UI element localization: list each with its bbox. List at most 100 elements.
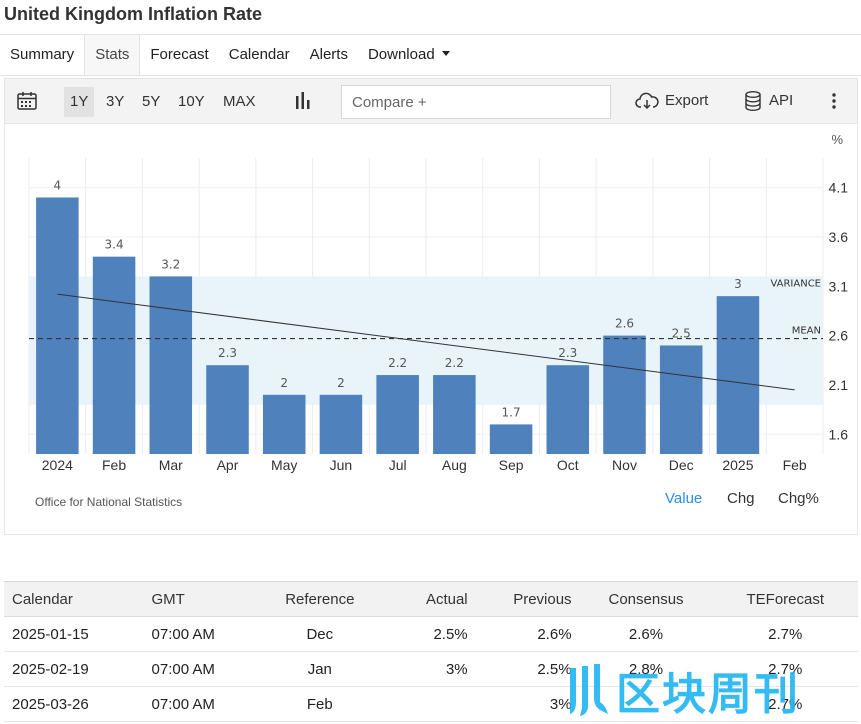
table-cell: 2.5% [371, 616, 476, 652]
bar [433, 375, 476, 454]
col-header: Previous [475, 581, 580, 617]
tab-summary[interactable]: Summary [0, 35, 84, 75]
table-cell: 07:00 AM [151, 616, 268, 652]
table-cell: 2025-03-26 [4, 686, 152, 722]
col-header: GMT [151, 581, 268, 617]
chart-source: Office for National Statistics [35, 495, 183, 509]
bar [262, 394, 306, 454]
variance-label: VARIANCE [770, 278, 821, 289]
x-tick-label: Dec [669, 457, 694, 473]
table-cell: 2.6% [475, 616, 580, 652]
range-max-button[interactable]: MAX [217, 87, 262, 117]
inflation-bar-chart: VARIANCE43.43.22.32 22.2 2.21.72.32.62.53M… [28, 132, 849, 473]
x-tick-label: Aug [442, 457, 467, 473]
data-label: 3.4 [105, 238, 124, 252]
y-tick-label: 3.1 [829, 278, 849, 294]
x-tick-label: 2024 [42, 457, 73, 473]
bar [659, 345, 703, 454]
table-cell: 2025-02-19 [4, 651, 152, 687]
data-label: 2.2 [445, 356, 464, 370]
compare-input[interactable] [341, 85, 611, 119]
range-10y-button[interactable]: 10Y [172, 87, 211, 117]
bar [546, 365, 590, 454]
tab-download-label: Download [367, 46, 435, 63]
y-tick-label: 2.1 [829, 377, 849, 393]
export-button[interactable]: Export [635, 79, 708, 123]
tab-forecast[interactable]: Forecast [140, 35, 218, 75]
data-label: 2.3 [218, 346, 237, 360]
table-cell: 2.6% [579, 616, 713, 652]
table-cell [579, 686, 713, 722]
calendar-header-row: Calendar GMT Reference Actual Previous C… [4, 581, 858, 617]
y-unit-label: % [831, 132, 843, 147]
range-5y-button[interactable]: 5Y [136, 87, 166, 117]
bar [92, 256, 136, 454]
data-label: 2 [337, 376, 345, 390]
tab-bar: Summary Stats Forecast Calendar Alerts D… [0, 34, 861, 76]
table-cell: Jan [267, 651, 372, 687]
range-3y-button[interactable]: 3Y [100, 87, 130, 117]
range-1y-button[interactable]: 1Y [64, 87, 95, 117]
mode-value-button[interactable]: Value [665, 490, 702, 507]
x-tick-label: Mar [159, 457, 183, 473]
x-tick-label: Sep [499, 457, 524, 473]
y-tick-label: 2.6 [829, 328, 849, 344]
table-cell: 07:00 AM [151, 686, 268, 722]
col-header: Consensus [579, 581, 713, 617]
table-cell: 2.5% [475, 651, 580, 687]
table-row: 2025-01-15 07:00 AM Dec 2.5% 2.6% 2.6% 2… [4, 616, 858, 652]
bar [36, 197, 79, 454]
mode-chg-button[interactable]: Chg [727, 490, 755, 507]
api-label: API [769, 92, 794, 109]
tab-stats[interactable]: Stats [84, 35, 141, 75]
mode-chg-pct-button[interactable]: Chg% [778, 490, 819, 507]
table-row: 2025-03-26 07:00 AM Feb 3% 2.7% [4, 686, 858, 722]
mean-label: MEAN [792, 326, 821, 337]
bar [716, 296, 760, 454]
table-cell: 3% [475, 686, 580, 722]
table-cell: 2.8% [579, 651, 713, 687]
table-cell [371, 686, 476, 722]
y-tick-label: 1.6 [829, 426, 849, 442]
data-label: 2.2 [388, 356, 407, 370]
bar-chart-icon[interactable] [295, 92, 311, 110]
bar [489, 424, 533, 454]
more-vertical-icon[interactable] [831, 93, 837, 111]
col-header: Reference [267, 581, 372, 617]
export-label: Export [665, 92, 709, 109]
data-label: 3 [734, 277, 742, 291]
bar [206, 365, 249, 454]
x-tick-label: 2025 [722, 457, 753, 473]
x-tick-label: Jun [330, 457, 353, 473]
calendar-icon[interactable] [17, 92, 37, 110]
y-tick-label: 4.1 [829, 180, 849, 196]
tab-download[interactable]: Download [358, 35, 460, 75]
tab-calendar[interactable]: Calendar [219, 35, 300, 75]
x-tick-label: Feb [102, 457, 126, 473]
data-label: 3.2 [161, 257, 180, 271]
cloud-download-icon [635, 92, 659, 110]
x-tick-label: Apr [217, 457, 239, 473]
bar [319, 394, 363, 454]
table-row: 2025-02-19 07:00 AM Jan 3% 2.5% 2.8% 2.7… [4, 651, 858, 687]
table-cell: 2025-01-15 [4, 616, 152, 652]
api-button[interactable]: API [745, 79, 793, 123]
database-icon [745, 91, 761, 112]
table-cell: 2.7% [712, 616, 858, 652]
data-label: 2.3 [558, 346, 577, 360]
tab-alerts[interactable]: Alerts [300, 35, 358, 75]
bar [603, 335, 646, 454]
table-cell: 3% [371, 651, 476, 687]
table-cell: 2.7% [712, 686, 858, 722]
table-cell: Dec [267, 616, 372, 652]
chart-panel: VARIANCE 4 3.4 3.2 2.3 2 2 2.2 2.2 1.7 2.3 2.6 2.5 3 M… [4, 124, 858, 535]
x-tick-label: Nov [612, 457, 637, 473]
x-tick-label: May [271, 457, 297, 473]
x-tick-label: Oct [557, 457, 579, 473]
table-cell: 07:00 AM [151, 651, 268, 687]
bar [149, 276, 193, 454]
col-header: Actual [371, 581, 476, 617]
page-title: United Kingdom Inflation Rate [4, 4, 262, 24]
table-cell: Feb [267, 686, 372, 722]
x-tick-label: Jul [389, 457, 407, 473]
